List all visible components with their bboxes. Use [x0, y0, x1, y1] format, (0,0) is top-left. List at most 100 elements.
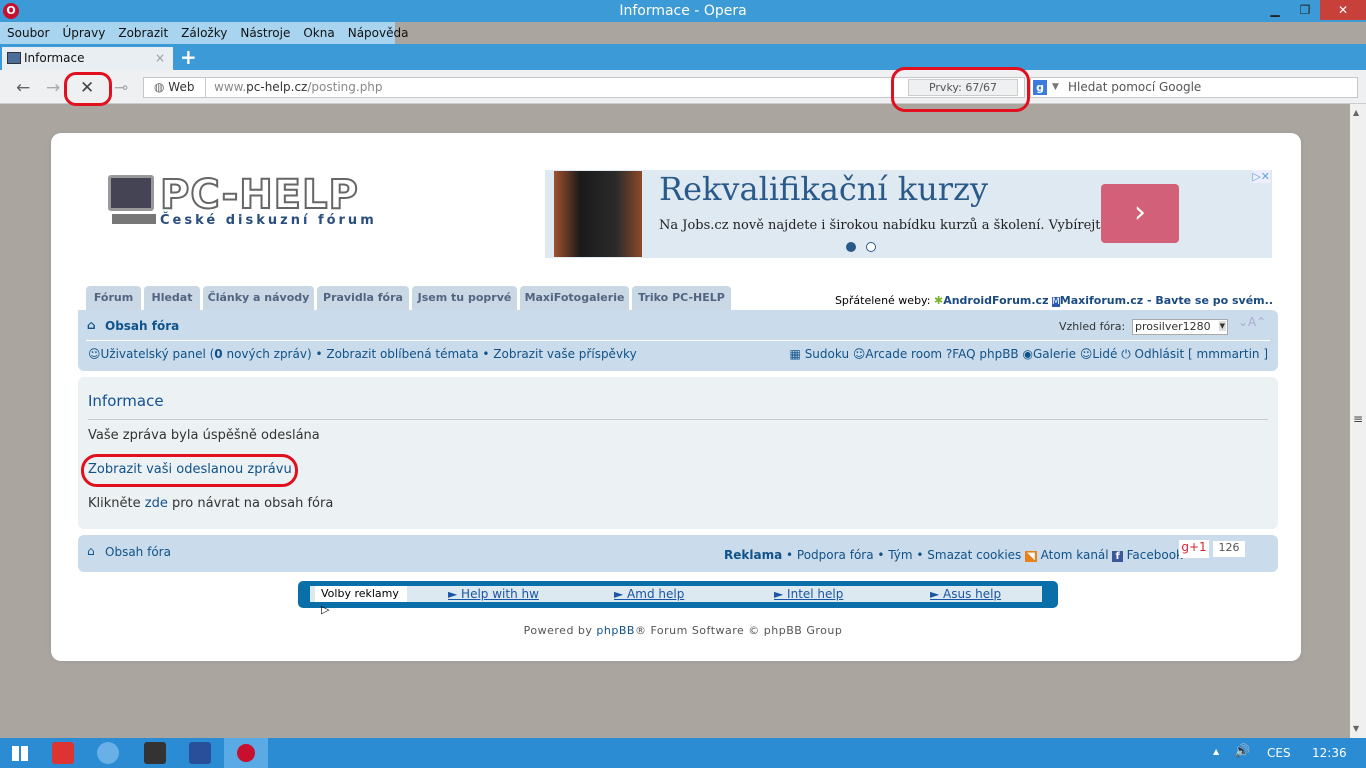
user-icon: ☺ — [88, 347, 101, 361]
opera-icon — [237, 744, 255, 762]
title-bar: Informace - Opera — [0, 0, 1366, 22]
divider — [88, 419, 1268, 420]
menu-soubor[interactable]: Soubor — [7, 26, 49, 40]
tab-close-button[interactable]: × — [155, 47, 165, 70]
pc-help-logo[interactable]: PC-HELP České diskuzní fórum — [108, 171, 398, 232]
tray-expand-icon[interactable]: ▲ — [1213, 747, 1219, 756]
chevron-down-icon[interactable]: ▼ — [1052, 78, 1059, 97]
gplus-button[interactable]: g+1 — [1179, 540, 1209, 558]
forum-index-link[interactable]: Obsah fóra — [105, 319, 179, 333]
tab-pravidla[interactable]: Pravidla fóra — [317, 286, 409, 310]
support-link[interactable]: Podpora fóra — [797, 548, 874, 562]
menu-nastroje[interactable]: Nástroje — [240, 26, 290, 40]
save-app-icon[interactable] — [189, 742, 211, 764]
people-link[interactable]: Lidé — [1092, 347, 1117, 361]
camera-icon[interactable] — [144, 742, 166, 764]
arcade-link[interactable]: Arcade room — [865, 347, 942, 361]
menu-upravy[interactable]: Úpravy — [62, 26, 105, 40]
style-value: prosilver1280 — [1135, 320, 1211, 333]
link-maxiforum[interactable]: Maxiforum.cz - Bavte se po svém.. — [1060, 294, 1273, 307]
menu-zobrazit[interactable]: Zobrazit — [118, 26, 168, 40]
tab-hledat[interactable]: Hledat — [144, 286, 200, 310]
globe-icon: ◍ — [154, 80, 169, 94]
powered-by: Powered by phpBB® Forum Software © phpBB… — [0, 624, 1366, 637]
tab-clanky[interactable]: Články a návody — [203, 286, 314, 310]
tab-poprve[interactable]: Jsem tu poprvé — [412, 286, 517, 310]
rss-icon: ◥ — [1025, 551, 1037, 562]
clock[interactable]: 12:36 — [1312, 746, 1347, 760]
opera-taskbar-button[interactable] — [224, 738, 268, 768]
style-select[interactable]: prosilver1280 ▼ — [1132, 319, 1228, 335]
page-icon — [7, 52, 21, 64]
delete-cookies-link[interactable]: Smazat cookies — [927, 548, 1021, 562]
scroll-down-icon[interactable]: ▼ — [1353, 724, 1359, 733]
ad-link-amd[interactable]: ► Amd help — [614, 586, 684, 602]
ad-link-hw[interactable]: ► Help with hw — [448, 586, 539, 602]
opera-menu-icon[interactable]: O — [3, 3, 19, 19]
tab-triko[interactable]: Triko PC-HELP — [632, 286, 731, 310]
window-title: Informace - Opera — [619, 3, 747, 19]
font-size-toggle[interactable]: ⌄A⌃ — [1238, 315, 1266, 329]
maximize-button[interactable]: ❐ — [1290, 0, 1320, 20]
ad-choices-button[interactable]: Volby reklamy ▷ — [315, 586, 407, 616]
close-window-button[interactable]: ✕ — [1320, 0, 1366, 20]
logout-link[interactable]: Odhlásit [ mmmartin ] — [1135, 347, 1268, 361]
tab-informace[interactable]: Informace × — [2, 47, 173, 70]
mail-app-icon[interactable] — [52, 742, 74, 764]
google-icon[interactable]: g — [1033, 80, 1047, 95]
ad-link-asus[interactable]: ► Asus help — [930, 586, 1001, 602]
gallery-link[interactable]: Galerie — [1033, 347, 1076, 361]
ad-title[interactable]: Rekvalifikační kurzy — [659, 170, 988, 208]
return-link[interactable]: zde — [145, 496, 168, 511]
menu-zalozky[interactable]: Záložky — [181, 26, 227, 40]
ad-link-intel[interactable]: ► Intel help — [774, 586, 843, 602]
sudoku-link[interactable]: Sudoku — [805, 347, 849, 361]
forward-button[interactable]: → — [46, 78, 60, 98]
atom-link[interactable]: Atom kanál — [1041, 548, 1109, 562]
phpbb-link[interactable]: phpBB — [596, 624, 635, 637]
carousel-dot-active[interactable] — [846, 242, 856, 252]
language-indicator[interactable]: CES — [1267, 746, 1291, 760]
footer-index-link[interactable]: Obsah fóra — [105, 545, 171, 559]
new-messages-link[interactable]: nových zpráv) — [223, 347, 311, 361]
scroll-grip-icon[interactable]: ≡ — [1353, 412, 1363, 426]
facebook-link[interactable]: Facebook — [1127, 548, 1183, 562]
tab-label: Informace — [24, 51, 85, 65]
logo-text: PC-HELP — [159, 171, 359, 219]
carousel-dot[interactable] — [866, 242, 876, 252]
new-tab-button[interactable]: + — [180, 45, 197, 69]
web-badge[interactable]: ◍ Web — [144, 78, 206, 97]
link-androidforum[interactable]: AndroidForum.cz — [943, 294, 1048, 307]
chevron-down-icon: ▼ — [1218, 321, 1226, 331]
scrollbar[interactable]: ▲ ≡ ▼ — [1350, 104, 1366, 738]
ad-next-button[interactable]: › — [1101, 184, 1179, 243]
friend-sites: Spřátelené weby: ✱AndroidForum.cz MMaxif… — [835, 294, 1273, 307]
toolbar: ← → ✕ ⊸ ◍ Web www.pc-help.cz/posting.php… — [0, 70, 1366, 104]
ad-banner[interactable]: Rekvalifikační kurzy Na Jobs.cz nově naj… — [545, 170, 1272, 258]
team-link[interactable]: Tým — [888, 548, 912, 562]
tab-forum[interactable]: Fórum — [86, 286, 141, 310]
tab-fotogalerie[interactable]: MaxiFotogalerie — [520, 286, 629, 310]
menu-okna[interactable]: Okna — [303, 26, 334, 40]
divider — [86, 340, 1270, 341]
key-icon[interactable]: ⊸ — [114, 78, 128, 98]
adchoices-icon[interactable]: ▷✕ — [1252, 170, 1270, 183]
minimize-button[interactable]: ▁ — [1260, 0, 1290, 20]
volume-icon[interactable]: 🔊 — [1234, 744, 1250, 759]
logo-subtitle: České diskuzní fórum — [160, 213, 377, 228]
windows-start-icon[interactable] — [12, 746, 28, 761]
faq-link[interactable]: FAQ phpBB — [952, 347, 1018, 361]
reklama-link[interactable]: Reklama — [724, 548, 782, 562]
panel-title: Informace — [88, 392, 164, 410]
computer-icon — [108, 175, 154, 211]
ad-text[interactable]: Na Jobs.cz nově najdete i širokou nabídk… — [659, 218, 1113, 233]
menu-napoveda[interactable]: Nápověda — [348, 26, 409, 40]
success-message: Vaše zpráva byla úspěšně odeslána — [88, 428, 320, 443]
scroll-up-icon[interactable]: ▲ — [1353, 108, 1359, 117]
back-button[interactable]: ← — [16, 78, 30, 98]
search-input[interactable]: g ▼ Hledat pomocí Google — [1030, 77, 1358, 98]
user-panel-link[interactable]: Uživatelský panel ( — [101, 347, 215, 361]
your-posts-link[interactable]: Zobrazit vaše příspěvky — [493, 347, 636, 361]
favorite-topics-link[interactable]: Zobrazit oblíbená témata — [326, 347, 478, 361]
ie-icon[interactable] — [97, 742, 119, 764]
